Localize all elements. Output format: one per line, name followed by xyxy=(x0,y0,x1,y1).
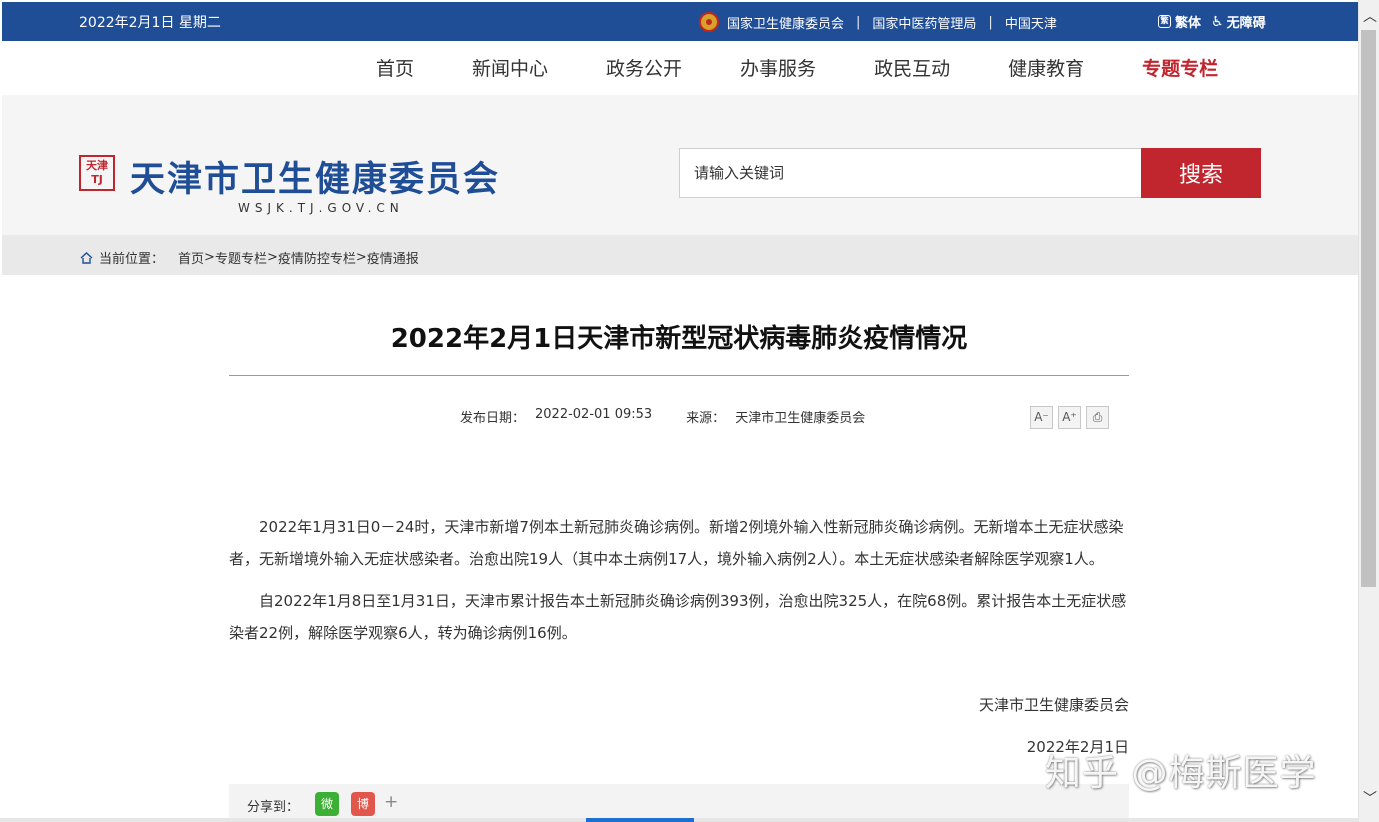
paragraph: 2022年1月31日0－24时，天津市新增7例本土新冠肺炎确诊病例。新增2例境外… xyxy=(229,518,1124,568)
watermark: 知乎 @梅斯医学 xyxy=(1045,753,1317,794)
breadcrumb-epidemic[interactable]: 疫情防控专栏 xyxy=(278,248,356,267)
nav-news[interactable]: 新闻中心 xyxy=(472,54,548,81)
article-title: 2022年2月1日天津市新型冠状病毒肺炎疫情情况 xyxy=(390,324,968,354)
current-date: 2022年2月1日 星期二 xyxy=(79,15,221,31)
site-header: 天津TJ 天津市卫生健康委员会 WSJK.TJ.GOV.CN 搜索 xyxy=(2,95,1358,235)
vertical-scrollbar[interactable]: ︿ ﹀ xyxy=(1358,0,1379,822)
breadcrumb-report[interactable]: 疫情通报 xyxy=(367,248,419,267)
breadcrumb: 当前位置： 首页 > 专题专栏 > 疫情防控专栏 > 疫情通报 xyxy=(2,235,1358,275)
wheelchair-icon: ♿ xyxy=(1211,13,1224,30)
wechat-icon[interactable]: 微 xyxy=(315,792,339,816)
traditional-chinese-button[interactable]: 繁 繁体 xyxy=(1158,12,1201,31)
publish-date: 2022-02-01 09:53 xyxy=(535,407,653,422)
article-meta: 发布日期： 2022-02-01 09:53 来源： 天津市卫生健康委员会 xyxy=(460,407,866,426)
nav-home[interactable]: 首页 xyxy=(376,54,414,81)
font-increase-button[interactable]: A⁺ xyxy=(1058,406,1081,429)
article-source: 天津市卫生健康委员会 xyxy=(735,411,866,426)
scrollbar-thumb[interactable] xyxy=(1361,30,1376,587)
nav-services[interactable]: 办事服务 xyxy=(740,54,816,81)
site-url: WSJK.TJ.GOV.CN xyxy=(238,201,404,215)
site-logo-seal: 天津 TJ xyxy=(79,155,115,191)
link-nhc[interactable]: 国家卫生健康委员会 xyxy=(727,13,844,32)
share-bar: 分享到： 微 博 + xyxy=(229,784,1129,822)
search-button[interactable]: 搜索 xyxy=(1141,148,1261,198)
bottom-strip-active xyxy=(586,818,694,822)
article-sign-date: 2022年2月1日 xyxy=(1026,738,1129,756)
paragraph: 自2022年1月8日至1月31日，天津市累计报告本土新冠肺炎确诊病例393例，治… xyxy=(229,592,1127,642)
font-tools: A⁻ A⁺ ⎙ xyxy=(1030,406,1114,429)
page: 2022年2月1日 星期二 国家卫生健康委员会 | 国家中医药管理局 | 中国天… xyxy=(0,0,1379,822)
scroll-up-icon[interactable]: ︿ xyxy=(1363,6,1377,26)
scroll-down-icon[interactable]: ﹀ xyxy=(1363,788,1377,808)
top-tools: 繁 繁体 ♿ 无障碍 xyxy=(1158,12,1276,31)
bottom-strip xyxy=(0,818,1358,822)
share-more-icon[interactable]: + xyxy=(384,792,398,812)
breadcrumb-label: 当前位置： xyxy=(99,252,165,267)
nav-health-education[interactable]: 健康教育 xyxy=(1008,54,1084,81)
main-nav: 首页 新闻中心 政务公开 办事服务 政民互动 健康教育 专题专栏 xyxy=(2,41,1358,95)
top-links: 国家卫生健康委员会 | 国家中医药管理局 | 中国天津 xyxy=(699,12,1057,32)
traditional-icon: 繁 xyxy=(1158,15,1171,28)
title-divider xyxy=(229,375,1129,376)
search-input[interactable] xyxy=(680,149,1142,197)
home-icon xyxy=(80,251,93,264)
site-name: 天津市卫生健康委员会 xyxy=(130,160,501,200)
accessibility-button[interactable]: ♿ 无障碍 xyxy=(1211,12,1266,32)
print-icon[interactable]: ⎙ xyxy=(1086,406,1109,429)
article-body: 2022年1月31日0－24时，天津市新增7例本土新冠肺炎确诊病例。新增2例境外… xyxy=(229,511,1129,659)
weibo-icon[interactable]: 博 xyxy=(351,792,375,816)
nav-special-topics[interactable]: 专题专栏 xyxy=(1142,54,1218,81)
article-signature: 天津市卫生健康委员会 xyxy=(978,696,1129,714)
breadcrumb-special[interactable]: 专题专栏 xyxy=(215,248,267,267)
nav-interaction[interactable]: 政民互动 xyxy=(874,54,950,81)
top-bar: 2022年2月1日 星期二 国家卫生健康委员会 | 国家中医药管理局 | 中国天… xyxy=(2,2,1358,41)
breadcrumb-home[interactable]: 首页 xyxy=(178,248,204,267)
nav-affairs[interactable]: 政务公开 xyxy=(606,54,682,81)
font-decrease-button[interactable]: A⁻ xyxy=(1030,406,1053,429)
search-box: 搜索 xyxy=(679,148,1261,198)
link-tianjin[interactable]: 中国天津 xyxy=(1005,13,1057,32)
share-label: 分享到： xyxy=(247,800,300,815)
national-emblem-icon xyxy=(699,12,719,32)
link-natcm[interactable]: 国家中医药管理局 xyxy=(872,13,976,32)
